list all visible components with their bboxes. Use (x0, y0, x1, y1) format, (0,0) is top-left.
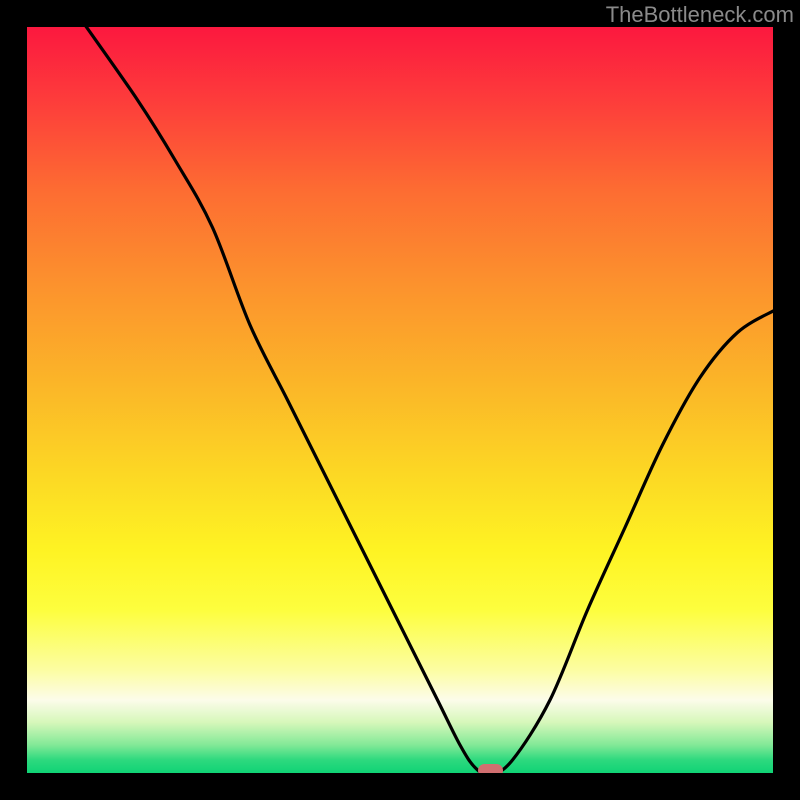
curve-path (85, 25, 775, 775)
chart-container: TheBottleneck.com (0, 0, 800, 800)
watermark-text: TheBottleneck.com (606, 2, 794, 28)
plot-area (25, 25, 775, 775)
bottleneck-curve (25, 25, 775, 775)
minimum-marker (478, 764, 503, 776)
